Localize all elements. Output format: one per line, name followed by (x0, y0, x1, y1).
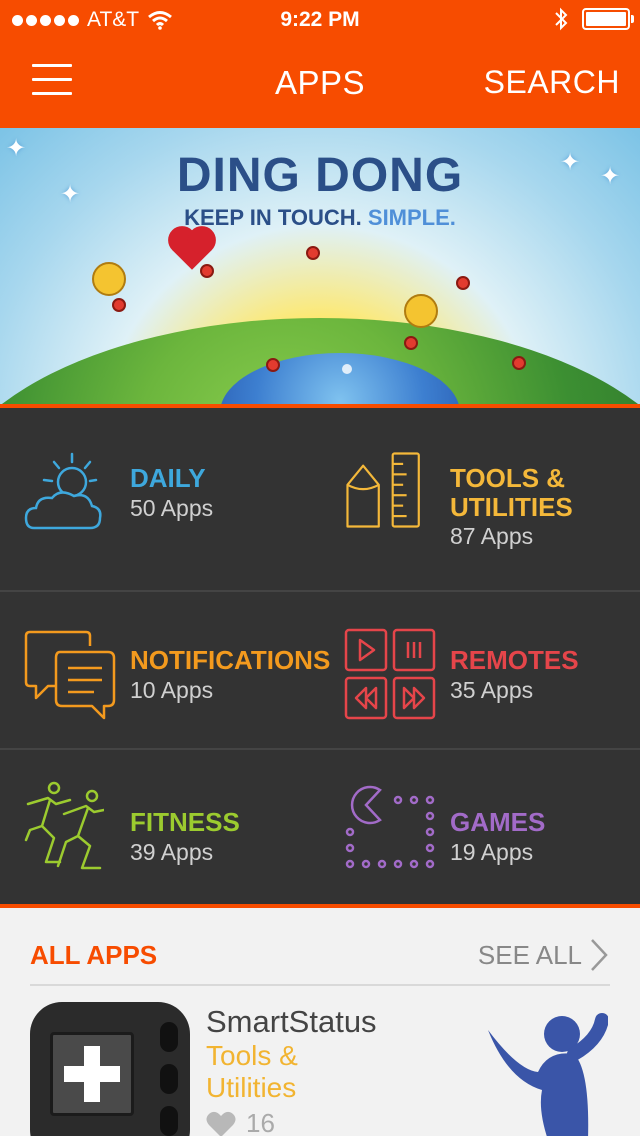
smiley-icon (92, 262, 126, 296)
category-label: TOOLS & UTILITIES (450, 464, 573, 522)
category-notifications[interactable]: NOTIFICATIONS 10 Apps (0, 592, 330, 748)
status-bar: AT&T 9:22 PM (0, 0, 640, 40)
banner-page-indicator[interactable] (342, 364, 352, 374)
category-label: NOTIFICATIONS (130, 645, 331, 675)
category-count: 39 Apps (130, 839, 214, 865)
category-tools-utilities[interactable]: TOOLS & UTILITIES 87 Apps (320, 408, 640, 590)
remote-icon (344, 628, 436, 720)
bluetooth-icon (555, 7, 568, 31)
location-pin-icon (266, 358, 280, 372)
tagline-part-1: KEEP IN TOUCH. (184, 205, 362, 230)
category-fitness[interactable]: FITNESS 39 Apps (0, 750, 320, 908)
category-label-line-2: UTILITIES (450, 492, 573, 522)
divider (30, 984, 610, 986)
plus-icon (64, 1046, 120, 1102)
location-pin-icon (112, 298, 126, 312)
banner-tagline: KEEP IN TOUCH. SIMPLE. (0, 205, 640, 231)
status-right (554, 7, 634, 31)
navigation-bar: APPS SEARCH (0, 40, 640, 128)
category-count: 19 Apps (450, 839, 534, 865)
see-all-button[interactable]: SEE ALL (478, 938, 608, 972)
pacman-icon (345, 785, 435, 869)
weather-icon (24, 452, 102, 530)
category-label: DAILY (130, 463, 206, 493)
location-pin-icon (512, 356, 526, 370)
category-count: 50 Apps (130, 495, 214, 521)
see-all-label: SEE ALL (477, 939, 582, 970)
star-icon: ✦ (560, 149, 581, 176)
all-apps-section: ALL APPS SEE ALL SmartStatus Tools & Uti… (0, 908, 640, 1136)
category-daily[interactable]: DAILY 50 Apps (0, 408, 320, 590)
tagline-part-2: SIMPLE. (367, 205, 456, 230)
app-list-item[interactable]: SmartStatus Tools & Utilities 16 (0, 1002, 640, 1136)
developer-logo-icon (488, 1013, 608, 1136)
runners-icon (24, 781, 104, 870)
watch-strap (160, 1022, 178, 1136)
battery-icon (582, 8, 634, 30)
app-category: Tools & Utilities (206, 1040, 386, 1104)
app-category-line-2: Utilities (206, 1072, 297, 1103)
star-icon: ✦ (60, 181, 81, 208)
category-count: 87 Apps (450, 523, 534, 549)
search-button[interactable]: SEARCH (484, 64, 620, 101)
category-grid: DAILY 50 Apps TOOLS & UTILITIES 87 Apps (0, 404, 640, 908)
category-label: REMOTES (450, 645, 579, 675)
location-pin-icon (456, 276, 470, 290)
location-pin-icon (404, 336, 418, 350)
category-count: 10 Apps (130, 677, 214, 703)
tools-icon (346, 452, 420, 528)
category-label: FITNESS (130, 807, 240, 837)
featured-banner[interactable]: DING DONG KEEP IN TOUCH. SIMPLE. ✦ ✦ ✦ ✦ (0, 128, 640, 404)
category-label-line-1: TOOLS & (450, 463, 566, 493)
app-icon-smartstatus (30, 1002, 190, 1136)
heart-icon (206, 1111, 236, 1136)
likes-count: 16 (246, 1108, 275, 1136)
location-pin-icon (200, 264, 214, 278)
section-title: ALL APPS (30, 940, 158, 970)
app-likes: 16 (206, 1108, 275, 1136)
banner-title: DING DONG (176, 149, 464, 202)
location-pin-icon (306, 246, 320, 260)
category-count: 35 Apps (450, 677, 534, 703)
category-remotes[interactable]: REMOTES 35 Apps (320, 592, 640, 748)
star-icon: ✦ (600, 163, 621, 190)
app-name: SmartStatus (206, 1004, 377, 1039)
smiley-icon (404, 294, 438, 328)
banner-headline: DING DONG KEEP IN TOUCH. SIMPLE. (0, 148, 640, 231)
category-games[interactable]: GAMES 19 Apps (320, 750, 640, 908)
star-icon: ✦ (6, 135, 27, 162)
clock: 9:22 PM (280, 8, 360, 31)
app-category-line-1: Tools & (206, 1040, 298, 1071)
top-bar: AT&T 9:22 PM APPS SEARCH (0, 0, 640, 128)
category-label: GAMES (450, 807, 546, 837)
chevron-right-icon (591, 939, 608, 971)
chat-bubbles-icon (24, 630, 116, 720)
